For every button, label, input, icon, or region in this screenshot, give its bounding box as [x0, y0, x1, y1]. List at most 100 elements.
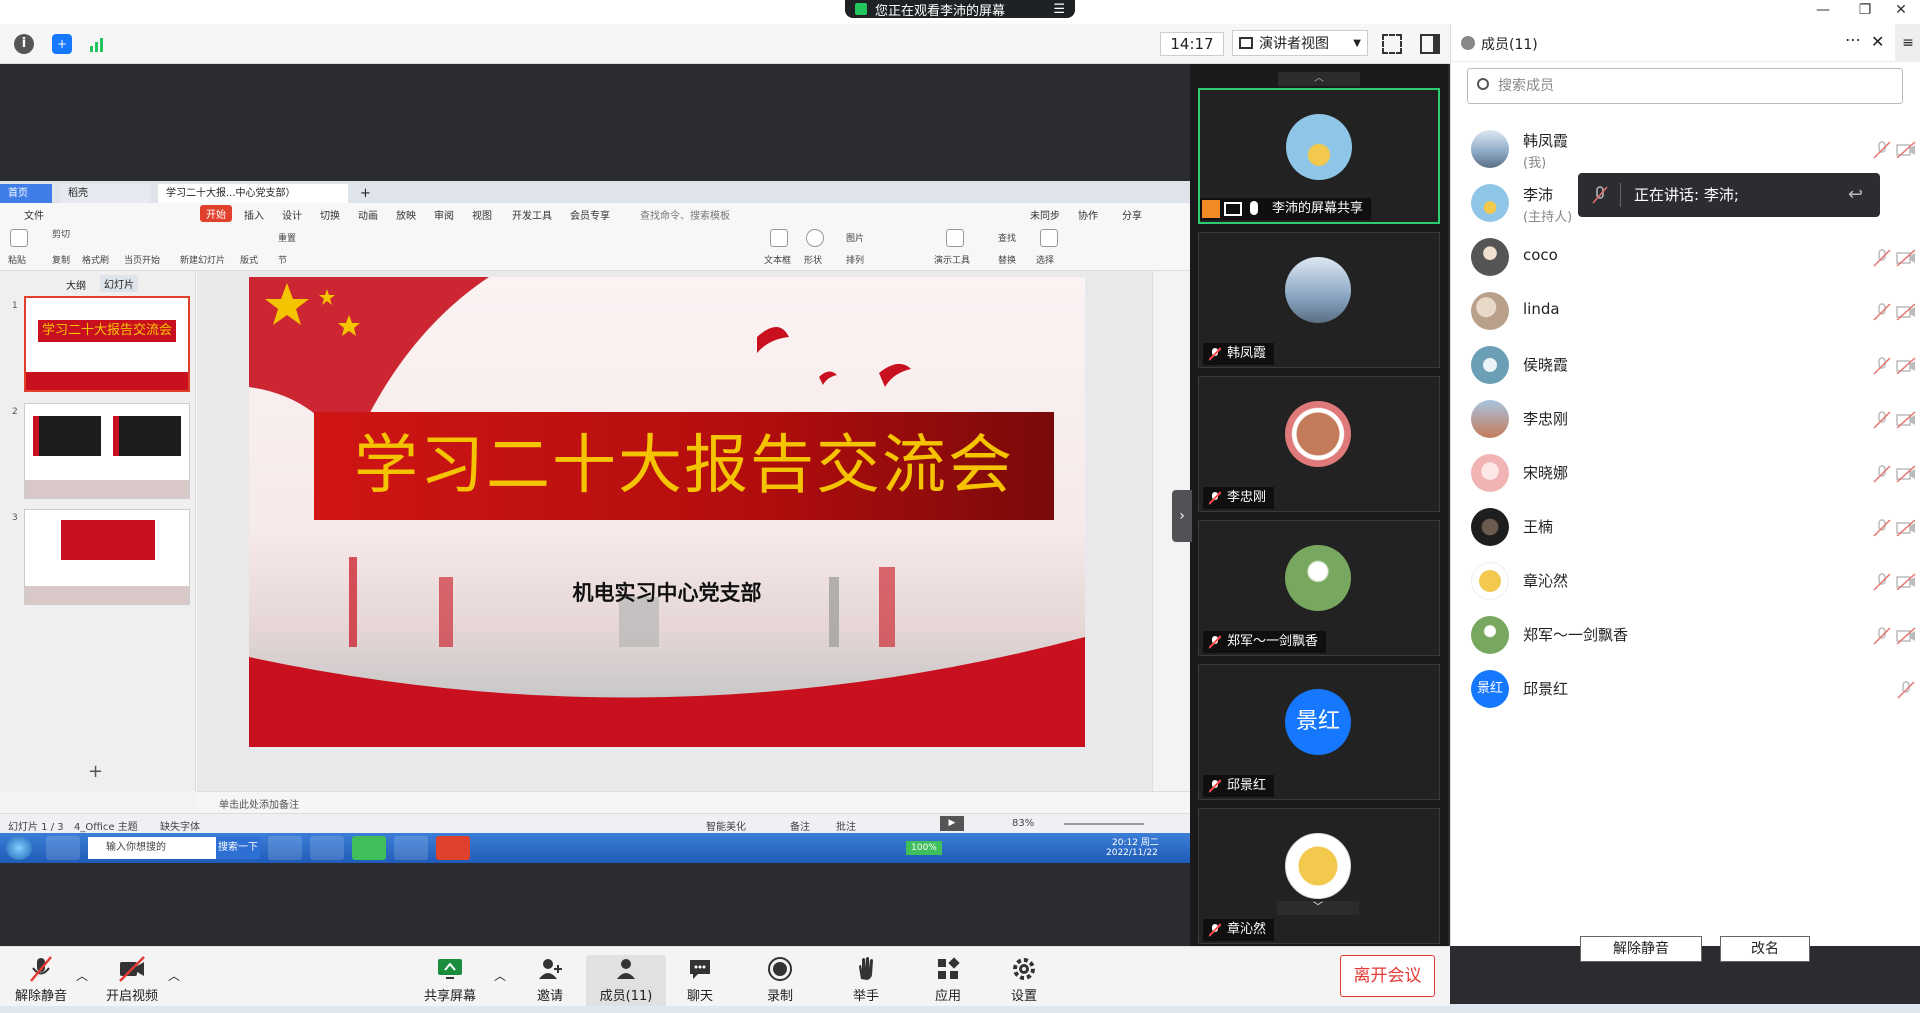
video-tile-participant[interactable]: ﹀ 章沁然	[1198, 808, 1440, 944]
close-window-icon[interactable]: ✕	[1884, 0, 1918, 22]
slides-tab[interactable]: 幻灯片	[100, 275, 138, 292]
mic-muted-icon[interactable]	[1871, 356, 1893, 376]
member-row[interactable]: linda	[1471, 284, 1916, 336]
slide-subtitle[interactable]: 机电实习中心党支部	[249, 577, 1085, 607]
menu-collab[interactable]: 协作	[1078, 207, 1098, 222]
menu-member[interactable]: 会员专享	[570, 207, 610, 222]
zoom-slider[interactable]	[1064, 823, 1144, 825]
wps-icon[interactable]	[436, 836, 470, 860]
video-options-chevron-icon[interactable]: ︿	[168, 967, 180, 984]
ribbon-paste[interactable]: 粘贴	[8, 253, 26, 266]
mic-muted-icon[interactable]	[1871, 572, 1893, 592]
select-icon[interactable]	[1040, 229, 1058, 247]
ribbon-find[interactable]: 查找	[998, 231, 1016, 244]
member-row[interactable]: 景红 邱景红	[1471, 662, 1915, 714]
unmute-all-button[interactable]: 解除静音	[1580, 936, 1702, 962]
camera-off-icon[interactable]	[1895, 626, 1917, 646]
panel-menu-icon[interactable]: ≡	[1895, 24, 1920, 62]
taskbar-search-box[interactable]: 输入你想搜的	[88, 837, 216, 859]
mic-muted-icon[interactable]	[1871, 410, 1893, 430]
ribbon-presentation-tools[interactable]: 演示工具	[934, 253, 970, 266]
leave-meeting-button[interactable]: 离开会议	[1340, 955, 1435, 997]
notes-placeholder[interactable]: 单击此处添加备注	[219, 796, 299, 811]
mic-muted-icon[interactable]	[1871, 248, 1893, 268]
camera-off-icon[interactable]	[1895, 572, 1917, 592]
info-icon[interactable]: i	[14, 34, 34, 54]
camera-off-icon[interactable]	[1895, 140, 1917, 160]
menu-developer[interactable]: 开发工具	[512, 207, 552, 222]
menu-share[interactable]: 分享	[1122, 207, 1142, 222]
camera-off-icon[interactable]	[1895, 464, 1917, 484]
camera-off-icon[interactable]	[1895, 410, 1917, 430]
member-search-input[interactable]: 搜索成员	[1467, 68, 1903, 104]
taskbar-search-button[interactable]: 搜索一下	[216, 837, 260, 859]
paste-icon[interactable]	[10, 229, 28, 247]
member-row[interactable]: 侯晓霞	[1471, 338, 1916, 390]
apps-button[interactable]: 应用	[908, 955, 988, 1011]
close-panel-icon[interactable]: ✕	[1871, 32, 1884, 51]
menu-animation[interactable]: 动画	[358, 207, 378, 222]
collapse-video-column-button[interactable]: ›	[1172, 490, 1192, 542]
ribbon-cut[interactable]: 剪切	[52, 227, 70, 240]
share-screen-button[interactable]: 共享屏幕	[410, 955, 490, 1011]
ribbon-layout[interactable]: 版式	[240, 253, 258, 266]
minimize-icon[interactable]: —	[1806, 0, 1840, 22]
member-row[interactable]: 李忠刚	[1471, 392, 1916, 444]
status-smart-beautify[interactable]: 智能美化	[706, 818, 746, 833]
chat-button[interactable]: 聊天	[660, 955, 740, 1011]
menu-start[interactable]: 开始	[200, 205, 232, 222]
unmute-button[interactable]: 解除静音	[0, 955, 82, 1011]
ribbon-play-from-current[interactable]: 当页开始	[124, 253, 160, 266]
ribbon-textbox[interactable]: 文本框	[764, 253, 791, 266]
video-tile-participant[interactable]: 韩凤霞	[1198, 232, 1440, 368]
member-row[interactable]: 王楠	[1471, 500, 1916, 552]
more-options-icon[interactable]: ⋯	[1845, 30, 1861, 49]
security-shield-icon[interactable]: +	[52, 34, 72, 54]
ribbon-select[interactable]: 选择	[1036, 253, 1054, 266]
members-button[interactable]: 成员(11)	[586, 955, 666, 1011]
slide-thumbnail-2[interactable]	[24, 403, 190, 499]
start-video-button[interactable]: 开启视频	[92, 955, 172, 1011]
menu-review[interactable]: 审阅	[434, 207, 454, 222]
mic-muted-icon[interactable]	[1895, 680, 1917, 700]
video-tile-participant[interactable]: 景红 邱景红	[1198, 664, 1440, 800]
taskbar-app-icon[interactable]	[46, 836, 80, 860]
notes-bar[interactable]: 单击此处添加备注	[197, 791, 1190, 813]
current-slide[interactable]: 学习二十大报告交流会 机电实习中心党支部	[249, 277, 1085, 747]
member-row[interactable]: 郑军～一剑飘香	[1471, 608, 1916, 660]
sogou-icon[interactable]	[268, 836, 302, 860]
camera-off-icon[interactable]	[1895, 302, 1917, 322]
ribbon-copy[interactable]: 复制	[52, 253, 70, 266]
status-zoom[interactable]: 83%	[1012, 818, 1034, 829]
tab-shell[interactable]: 稻壳	[60, 184, 150, 203]
fullscreen-icon[interactable]	[1382, 34, 1402, 54]
start-orb-icon[interactable]	[6, 836, 32, 860]
camera-off-icon[interactable]	[1895, 518, 1917, 538]
mic-muted-icon[interactable]	[1871, 464, 1893, 484]
browser-icon[interactable]	[310, 836, 344, 860]
ribbon-arrange[interactable]: 排列	[846, 253, 864, 266]
menu-design[interactable]: 设计	[282, 207, 302, 222]
slide-thumbnail-3[interactable]	[24, 509, 190, 605]
share-notice-pill[interactable]: 您正在观看李沛的屏幕 ☰	[845, 0, 1075, 19]
ribbon-replace[interactable]: 替换	[998, 253, 1016, 266]
wechat-icon[interactable]	[352, 836, 386, 860]
ribbon-section[interactable]: 节	[278, 253, 287, 266]
raise-hand-button[interactable]: 举手	[826, 955, 906, 1011]
play-slideshow-icon[interactable]: ▶	[940, 816, 964, 831]
ribbon-reset[interactable]: 重置	[278, 231, 296, 244]
ribbon-new-slide[interactable]: 新建幻灯片	[180, 253, 225, 266]
member-row[interactable]: 章沁然	[1471, 554, 1916, 606]
tab-home[interactable]: 首页	[0, 184, 52, 203]
shape-icon[interactable]	[806, 229, 824, 247]
rename-button[interactable]: 改名	[1720, 936, 1810, 962]
mic-muted-icon[interactable]	[1871, 518, 1893, 538]
new-tab-icon[interactable]: +	[352, 184, 379, 203]
restore-icon[interactable]: ❐	[1848, 0, 1882, 22]
settings-button[interactable]: 设置	[984, 955, 1064, 1011]
video-tile-participant[interactable]: 李忠刚	[1198, 376, 1440, 512]
layout-toggle-icon[interactable]	[1420, 34, 1440, 54]
video-tile-participant[interactable]: 郑军～一剑飘香	[1198, 520, 1440, 656]
status-notes[interactable]: 备注	[790, 818, 810, 833]
textbox-icon[interactable]	[770, 229, 788, 247]
